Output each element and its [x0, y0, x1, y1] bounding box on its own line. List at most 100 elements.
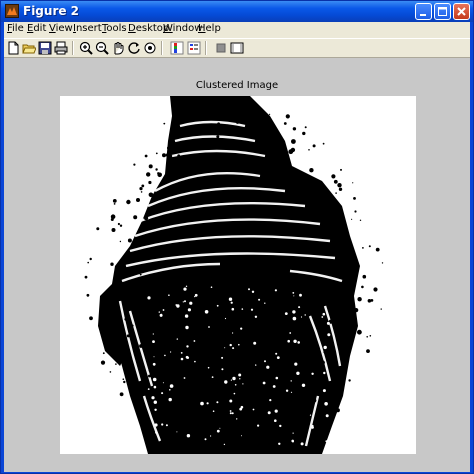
ridge-gap [241, 308, 244, 310]
speckle [148, 180, 152, 185]
speckle [291, 139, 296, 144]
speckle [100, 360, 106, 365]
data-cursor-icon[interactable] [143, 41, 157, 55]
speckle [263, 125, 266, 127]
ridge-gap [162, 309, 165, 311]
speckle [269, 113, 271, 115]
speckle [113, 285, 115, 287]
speckle [351, 218, 353, 220]
ridge-gap [152, 340, 155, 343]
ridge-gap [297, 341, 300, 344]
speckle [240, 440, 243, 443]
speckle [87, 261, 89, 264]
menu-window[interactable]: Window [163, 23, 202, 34]
speckle [329, 198, 332, 201]
speckle [321, 248, 325, 252]
speckle [179, 142, 182, 145]
speckle [116, 296, 120, 300]
toolbar-separator [72, 41, 74, 55]
speckle [110, 218, 114, 221]
minimize-icon [420, 14, 426, 16]
speckle [176, 419, 180, 423]
ridge-gap [311, 426, 314, 429]
speckle [320, 360, 325, 365]
ridge-gap [232, 347, 235, 350]
close-button[interactable] [453, 3, 470, 20]
ridge-gap [276, 356, 280, 359]
maximize-button[interactable] [434, 3, 451, 20]
speckle [259, 120, 264, 125]
new-figure-icon[interactable] [6, 41, 20, 55]
speckle [312, 144, 316, 148]
save-figure-icon[interactable] [38, 41, 52, 55]
print-figure-icon[interactable] [54, 41, 68, 55]
ridge-gap [165, 424, 168, 427]
title-bar[interactable]: Figure 2 [1, 1, 473, 22]
show-plot-tools-icon[interactable] [230, 41, 244, 55]
speckle [305, 432, 308, 435]
pan-icon[interactable] [111, 41, 125, 55]
ridge-gap [292, 440, 294, 443]
speckle [131, 324, 134, 327]
zoom-in-icon[interactable] [79, 41, 93, 55]
zoom-out-icon[interactable] [95, 41, 109, 55]
speckle [203, 128, 208, 133]
speckle [334, 310, 339, 315]
ridge-gap [193, 340, 196, 342]
speckle [235, 437, 238, 440]
hide-plot-tools-icon[interactable] [214, 41, 228, 55]
ridge-gap [309, 414, 312, 416]
ridge-gap [292, 292, 295, 294]
ridge-gap [239, 407, 243, 411]
speckle [177, 154, 181, 158]
figure-canvas[interactable]: Clustered Image [4, 58, 470, 472]
menu-help[interactable]: Help [198, 23, 221, 34]
ridge-gap [311, 372, 314, 375]
speckle [340, 168, 342, 171]
menu-insert[interactable]: Insert [73, 23, 102, 34]
ridge-gap [272, 385, 276, 388]
ridge-gap [251, 290, 255, 293]
ridge-gap [229, 399, 233, 403]
speckle [288, 418, 292, 423]
clustered-image-axes[interactable] [60, 96, 416, 454]
ridge-gap [154, 423, 158, 427]
ridge-gap [274, 419, 277, 423]
ridge-gap [258, 298, 261, 301]
menu-edit[interactable]: Edit [27, 23, 46, 34]
speckle [362, 247, 364, 249]
menu-view[interactable]: View [49, 23, 73, 34]
speckle [148, 374, 151, 378]
speckle [359, 219, 362, 221]
open-file-icon[interactable] [22, 41, 36, 55]
ridge-gap [185, 325, 189, 330]
speckle [186, 426, 191, 430]
ridge-gap [207, 366, 210, 369]
speckle [171, 155, 173, 157]
speckle [304, 417, 309, 422]
insert-legend-icon[interactable] [187, 41, 201, 55]
speckle [308, 149, 310, 151]
ridge-gap [264, 302, 266, 304]
rotate-3d-icon[interactable] [127, 41, 141, 55]
speckle [89, 316, 93, 321]
speckle [327, 410, 332, 415]
menu-tools[interactable]: Tools [102, 23, 127, 34]
speckle [175, 417, 177, 420]
speckle [352, 182, 354, 184]
ridge-gap [321, 316, 324, 318]
speckle [235, 98, 237, 101]
ridge-gap [176, 431, 178, 433]
minimize-button[interactable] [415, 3, 432, 20]
speckle [299, 420, 302, 423]
speckle [338, 187, 343, 191]
insert-colorbar-icon[interactable] [170, 41, 184, 55]
ridge-gap [221, 368, 224, 371]
speckle [144, 216, 149, 221]
speckle [226, 438, 231, 443]
menu-file[interactable]: File [7, 23, 24, 34]
speckle [119, 392, 124, 397]
ridge-gap [147, 296, 151, 300]
speckle [136, 198, 140, 202]
speckle [192, 110, 195, 113]
